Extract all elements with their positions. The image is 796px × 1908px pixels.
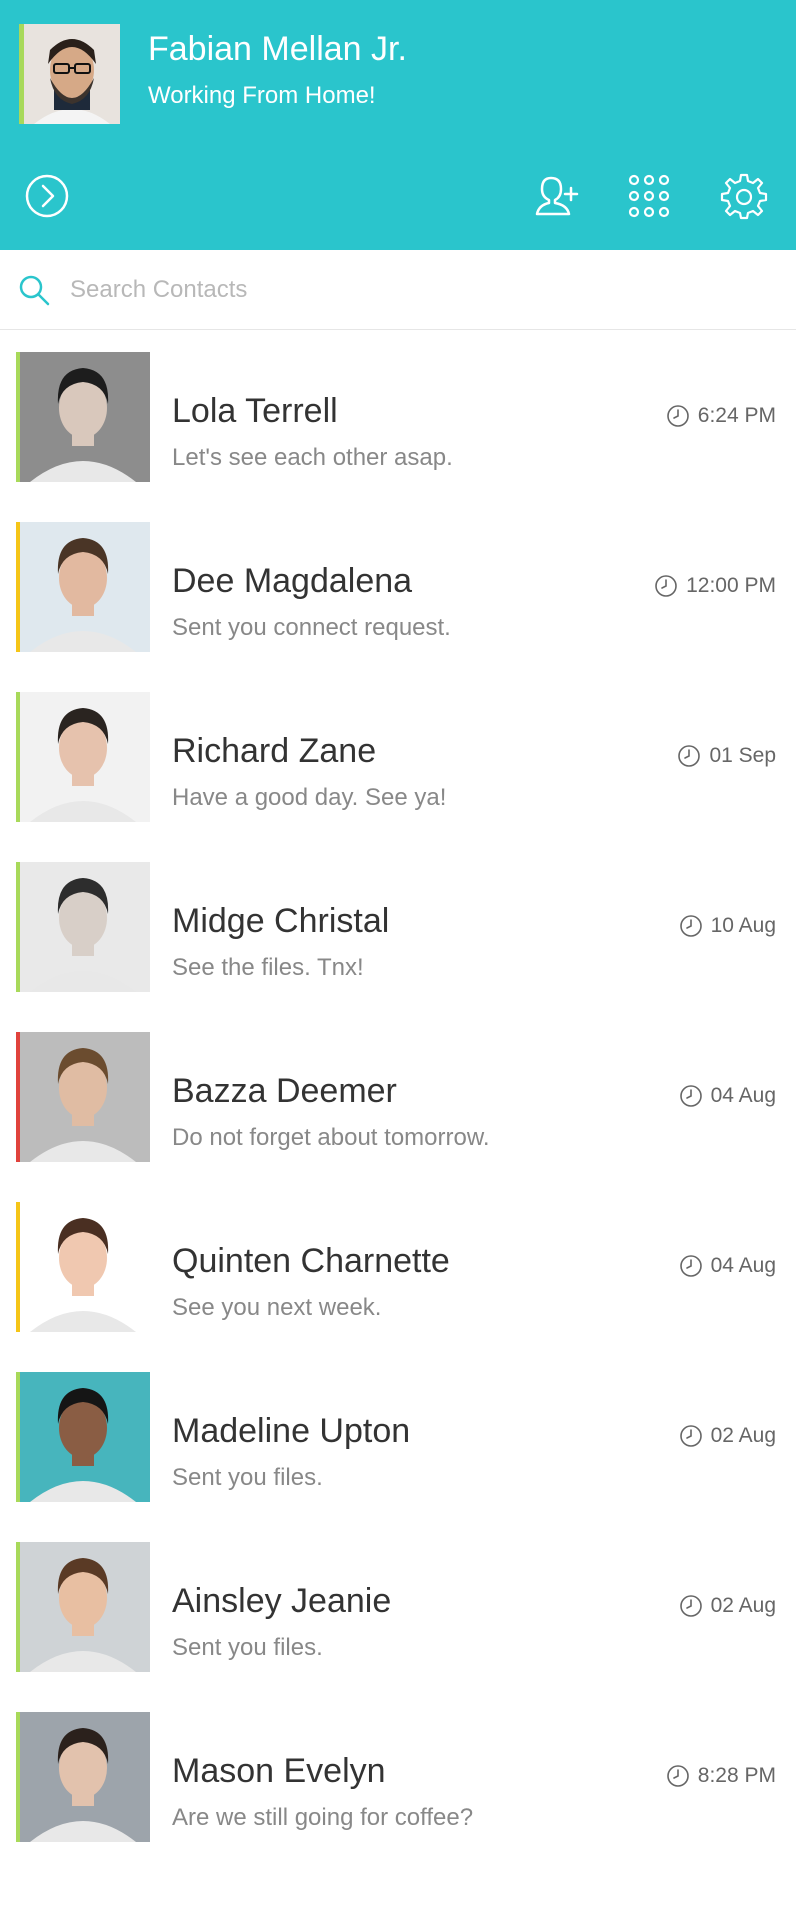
contact-message: See you next week. [172, 1294, 382, 1321]
contact-row-2[interactable]: Richard Zane Have a good day. See ya! 01… [0, 692, 796, 862]
status-stripe [16, 1712, 20, 1842]
clock-icon [655, 575, 677, 597]
contact-time-text: 6:24 PM [697, 404, 776, 427]
contact-row-7[interactable]: Ainsley Jeanie Sent you files. 02 Aug [0, 1542, 796, 1712]
status-stripe [16, 1542, 20, 1672]
contact-name: Quinten Charnette [172, 1242, 450, 1280]
contact-list: Lola Terrell Let's see each other asap. … [0, 352, 796, 1882]
status-stripe [16, 1032, 20, 1162]
clock-icon [679, 1255, 702, 1277]
add-user-icon[interactable] [533, 172, 581, 220]
gear-icon[interactable] [720, 172, 768, 220]
clock-icon [679, 1085, 702, 1107]
contact-time-text: 04 Aug [710, 1084, 776, 1107]
profile-name: Fabian Mellan Jr. [148, 30, 407, 68]
status-stripe [16, 1372, 20, 1502]
contact-photo [16, 1542, 150, 1672]
contact-time-text: 01 Sep [709, 744, 776, 767]
contact-name: Midge Christal [172, 902, 390, 940]
clock-icon [679, 915, 702, 937]
status-stripe [16, 862, 20, 992]
contact-time-text: 10 Aug [710, 914, 776, 937]
profile-status: Working From Home! [148, 82, 376, 109]
contact-row-1[interactable]: Dee Magdalena Sent you connect request. … [0, 522, 796, 692]
contact-time: 01 Sep [677, 744, 776, 768]
contact-time: 12:00 PM [654, 574, 776, 598]
contact-name: Richard Zane [172, 732, 377, 770]
contact-photo [16, 1372, 150, 1502]
contact-time: 8:28 PM [666, 1764, 776, 1788]
contact-message: Have a good day. See ya! [172, 784, 447, 811]
search-icon [16, 272, 52, 308]
search-bar [0, 250, 796, 330]
contact-name: Ainsley Jeanie [172, 1582, 392, 1620]
contact-avatar [16, 862, 150, 992]
contact-time: 02 Aug [679, 1594, 776, 1618]
contact-name: Bazza Deemer [172, 1072, 397, 1110]
contact-message: Are we still going for coffee? [172, 1804, 474, 1831]
contact-message: Sent you files. [172, 1464, 323, 1491]
header: Fabian Mellan Jr. Working From Home! [0, 0, 796, 250]
contact-time: 02 Aug [679, 1424, 776, 1448]
status-stripe [16, 1202, 20, 1332]
contact-photo [16, 522, 150, 652]
contact-message: Sent you connect request. [172, 614, 451, 641]
contact-time-text: 12:00 PM [686, 574, 776, 597]
status-stripe [16, 692, 20, 822]
contact-avatar [16, 1202, 150, 1332]
clock-icon [666, 405, 689, 427]
contact-row-6[interactable]: Madeline Upton Sent you files. 02 Aug [0, 1372, 796, 1542]
clock-icon [678, 745, 701, 767]
contact-message: Sent you files. [172, 1634, 323, 1661]
contact-message: Let's see each other asap. [172, 444, 453, 471]
contact-time-text: 02 Aug [710, 1424, 776, 1447]
apps-grid-icon[interactable] [625, 172, 673, 220]
contact-time: 6:24 PM [666, 404, 776, 428]
contact-avatar [16, 1372, 150, 1502]
arrow-right-circle-icon[interactable] [23, 172, 71, 220]
contact-row-8[interactable]: Mason Evelyn Are we still going for coff… [0, 1712, 796, 1882]
contact-time-text: 02 Aug [710, 1594, 776, 1617]
contact-avatar [16, 352, 150, 482]
contact-photo [16, 1712, 150, 1842]
contact-avatar [16, 1032, 150, 1162]
profile-avatar[interactable] [19, 24, 120, 124]
status-stripe [16, 522, 20, 652]
contact-row-0[interactable]: Lola Terrell Let's see each other asap. … [0, 352, 796, 522]
contact-row-5[interactable]: Quinten Charnette See you next week. 04 … [0, 1202, 796, 1372]
contact-avatar [16, 1542, 150, 1672]
profile-photo [24, 24, 120, 124]
clock-icon [679, 1425, 702, 1447]
contact-avatar [16, 522, 150, 652]
contact-name: Lola Terrell [172, 392, 338, 430]
search-input[interactable] [68, 268, 768, 312]
contact-photo [16, 862, 150, 992]
contact-avatar [16, 1712, 150, 1842]
contact-photo [16, 352, 150, 482]
contact-time: 04 Aug [679, 1084, 776, 1108]
contact-time: 04 Aug [679, 1254, 776, 1278]
contact-photo [16, 1032, 150, 1162]
contact-photo [16, 1202, 150, 1332]
contact-name: Mason Evelyn [172, 1752, 386, 1790]
contact-time-text: 8:28 PM [697, 1764, 776, 1787]
contact-row-3[interactable]: Midge Christal See the files. Tnx! 10 Au… [0, 862, 796, 1032]
status-stripe [16, 352, 20, 482]
clock-icon [666, 1765, 689, 1787]
contact-row-4[interactable]: Bazza Deemer Do not forget about tomorro… [0, 1032, 796, 1202]
contact-avatar [16, 692, 150, 822]
clock-icon [679, 1595, 702, 1617]
contact-name: Dee Magdalena [172, 562, 413, 600]
contact-message: See the files. Tnx! [172, 954, 364, 981]
contact-photo [16, 692, 150, 822]
contact-message: Do not forget about tomorrow. [172, 1124, 490, 1151]
contact-name: Madeline Upton [172, 1412, 411, 1450]
contact-time: 10 Aug [679, 914, 776, 938]
contact-time-text: 04 Aug [710, 1254, 776, 1277]
